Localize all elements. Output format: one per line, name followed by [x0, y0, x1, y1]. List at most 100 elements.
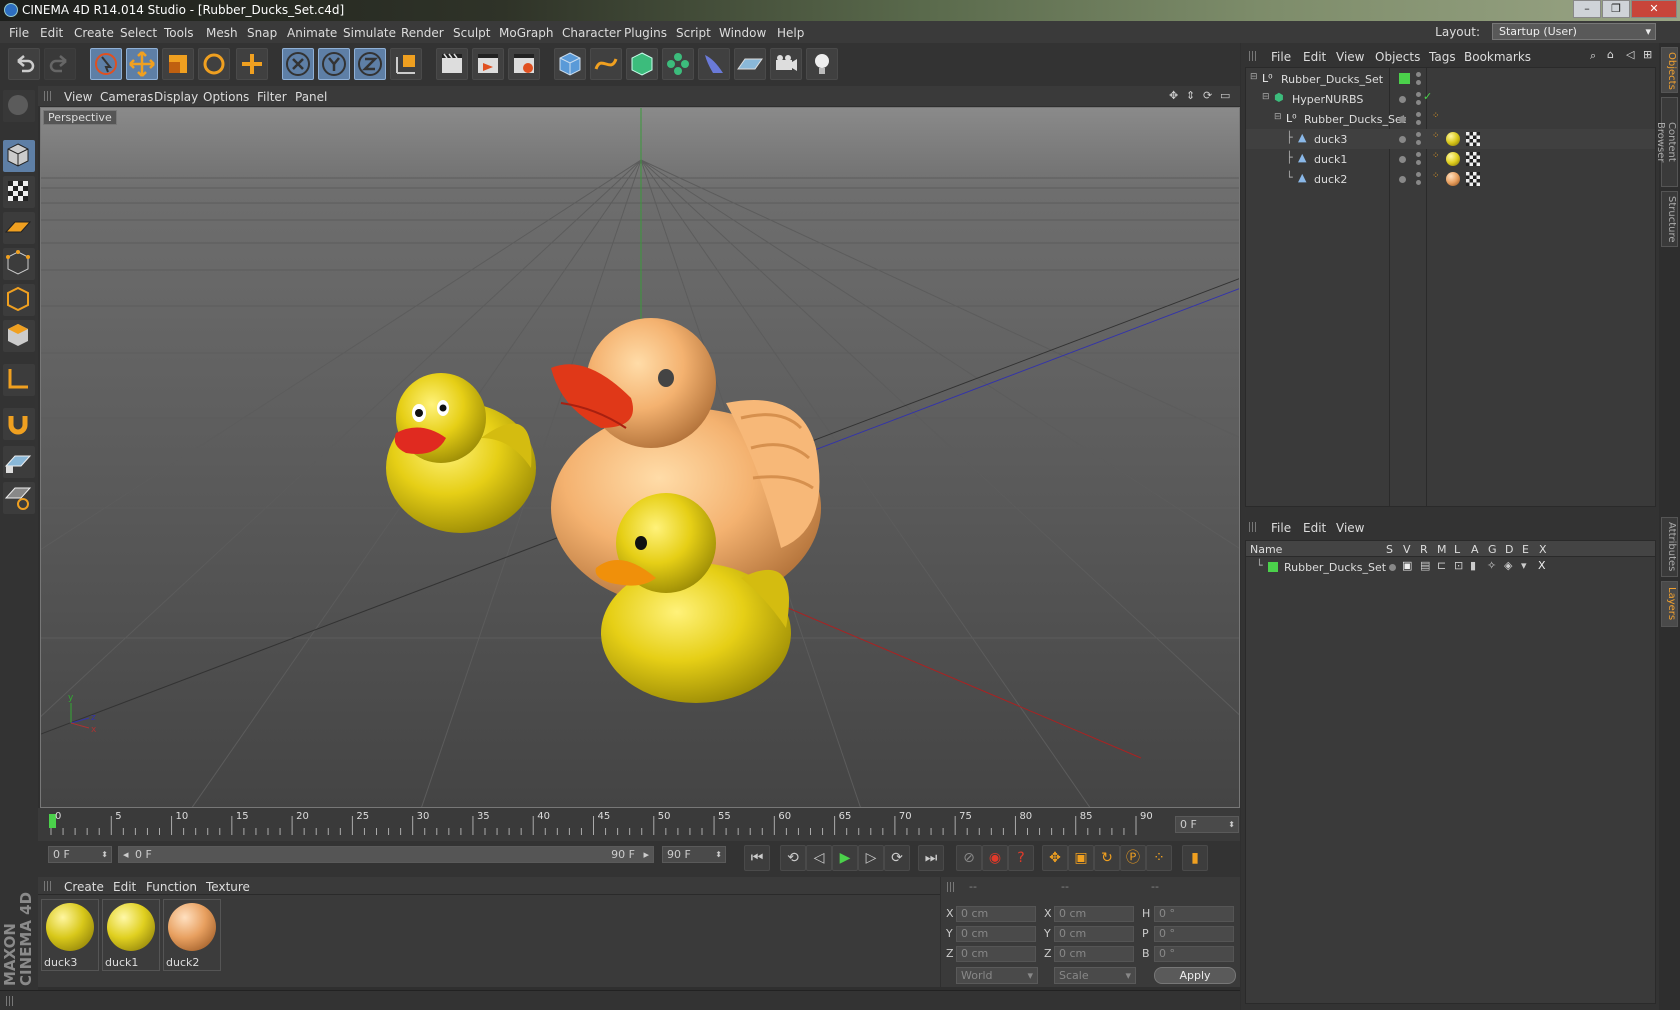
material-tag-icon[interactable] — [1446, 152, 1460, 166]
object-row-duck1[interactable]: ├ ▲ duck1 ⁘ — [1246, 149, 1655, 169]
viewport-rotate-icon[interactable]: ⟳ — [1203, 89, 1212, 102]
coord-mode-dropdown[interactable]: World ▾ — [956, 967, 1038, 984]
workplane-icon[interactable] — [3, 212, 35, 244]
animation-toggle-icon[interactable]: ▮ — [1470, 559, 1476, 572]
viewport-menu-display[interactable]: Display — [154, 90, 198, 104]
material-menu-edit[interactable]: Edit — [113, 880, 136, 894]
menu-window[interactable]: Window — [719, 26, 766, 40]
material-menu-texture[interactable]: Texture — [206, 880, 250, 894]
frame-range-slider[interactable]: ◂ 0 F 90 F ▸ — [118, 846, 654, 863]
menu-select[interactable]: Select — [120, 26, 157, 40]
go-to-end-button[interactable]: ⏭ — [918, 845, 944, 871]
axis-mode-icon[interactable] — [3, 364, 35, 396]
menu-snap[interactable]: Snap — [247, 26, 277, 40]
manager-toggle-icon[interactable]: ⊏ — [1437, 559, 1446, 572]
size-x-field[interactable]: 0 cm — [1054, 906, 1134, 922]
tab-layers[interactable]: Layers — [1661, 581, 1678, 627]
rot-b-field[interactable]: 0 ° — [1154, 946, 1234, 962]
layer-dot[interactable] — [1399, 156, 1406, 163]
menu-help[interactable]: Help — [777, 26, 804, 40]
view-toggle-icon[interactable]: ▣ — [1402, 559, 1412, 572]
points-mode-icon[interactable] — [3, 248, 35, 280]
menu-plugins[interactable]: Plugins — [624, 26, 667, 40]
menu-simulate[interactable]: Simulate — [343, 26, 396, 40]
material-menu-create[interactable]: Create — [64, 880, 104, 894]
object-menu-view[interactable]: View — [1336, 50, 1364, 64]
object-row-duck2[interactable]: └ ▲ duck2 ⁘ — [1246, 169, 1655, 189]
object-menu-bookmarks[interactable]: Bookmarks — [1464, 50, 1531, 64]
phong-tag-icon[interactable]: ⁘ — [1432, 171, 1440, 181]
menu-edit[interactable]: Edit — [40, 26, 63, 40]
add-object-icon[interactable] — [236, 48, 268, 80]
layer-dot[interactable] — [1399, 96, 1406, 103]
object-row-duck3[interactable]: ├ ▲ duck3 ⁘ — [1246, 129, 1655, 149]
edges-mode-icon[interactable] — [3, 284, 35, 316]
col-view[interactable]: V — [1403, 543, 1411, 556]
menu-animate[interactable]: Animate — [287, 26, 337, 40]
menu-render[interactable]: Render — [401, 26, 444, 40]
col-solo[interactable]: S — [1386, 543, 1393, 556]
expressions-toggle-icon[interactable]: ▾ — [1521, 559, 1527, 572]
previous-frame-button[interactable]: ◁ — [806, 845, 832, 871]
xref-toggle-icon[interactable]: X — [1538, 559, 1546, 572]
key-parameter-icon[interactable]: Ⓟ — [1120, 845, 1146, 871]
uvw-tag-icon[interactable] — [1466, 132, 1480, 146]
panel-grip-icon[interactable] — [6, 996, 14, 1006]
collapse-icon[interactable]: ⊟ — [1274, 112, 1282, 122]
scale-icon[interactable] — [162, 48, 194, 80]
col-animation[interactable]: A — [1471, 543, 1479, 556]
keyframe-selection-icon[interactable]: ? — [1008, 845, 1034, 871]
viewport-zoom-icon[interactable]: ⇕ — [1186, 89, 1195, 102]
col-xref[interactable]: X — [1539, 543, 1547, 556]
current-frame-field[interactable]: 0 F ⬍ — [1175, 816, 1239, 833]
panel-grip-icon[interactable] — [947, 882, 955, 892]
world-coords-icon[interactable] — [390, 48, 422, 80]
object-row-rubber-ducks-set[interactable]: ⊟ L⁰ Rubber_Ducks_Set — [1246, 69, 1655, 89]
panel-grip-icon[interactable] — [1249, 522, 1257, 532]
play-button[interactable]: ▶ — [832, 845, 858, 871]
timeline-window-icon[interactable]: ▮ — [1182, 845, 1208, 871]
col-manager[interactable]: M — [1437, 543, 1447, 556]
viewport-move-icon[interactable]: ✥ — [1169, 89, 1178, 102]
timeline-ruler[interactable]: 0 5 10 15 20 25 30 35 40 45 50 55 60 65 70 75 80 85 90 0 F… — [38, 808, 1240, 841]
collapse-icon[interactable]: ⊟ — [1262, 92, 1270, 102]
col-generators[interactable]: G — [1488, 543, 1497, 556]
next-frame-button[interactable]: ▷ — [858, 845, 884, 871]
undo-icon[interactable] — [8, 48, 40, 80]
menu-create[interactable]: Create — [74, 26, 114, 40]
locked-workplane-icon[interactable] — [3, 446, 35, 478]
object-menu-edit[interactable]: Edit — [1303, 50, 1326, 64]
spline-icon[interactable] — [590, 48, 622, 80]
pos-x-field[interactable]: 0 cm — [956, 906, 1036, 922]
col-render[interactable]: R — [1420, 543, 1428, 556]
move-icon[interactable] — [126, 48, 158, 80]
col-deformers[interactable]: D — [1505, 543, 1513, 556]
render-view-icon[interactable] — [436, 48, 468, 80]
live-select-icon[interactable] — [90, 48, 122, 80]
rot-p-field[interactable]: 0 ° — [1154, 926, 1234, 942]
coord-transform-dropdown[interactable]: Scale ▾ — [1054, 967, 1136, 984]
tab-structure[interactable]: Structure — [1661, 191, 1678, 247]
viewport-menu-panel[interactable]: Panel — [295, 90, 327, 104]
key-scale-icon[interactable]: ▣ — [1068, 845, 1094, 871]
layer-dot[interactable] — [1399, 116, 1406, 123]
search-icon[interactable]: ⌕ — [1590, 49, 1596, 63]
tab-content-browser[interactable]: Content Browser — [1655, 97, 1678, 187]
viewport-menu-filter[interactable]: Filter — [257, 90, 287, 104]
phong-tag-icon[interactable]: ⁘ — [1432, 151, 1440, 161]
snap-magnet-icon[interactable] — [3, 408, 35, 440]
menu-mograph[interactable]: MoGraph — [499, 26, 554, 40]
key-position-icon[interactable]: ✥ — [1042, 845, 1068, 871]
array-icon[interactable] — [662, 48, 694, 80]
phong-tag-icon[interactable]: ⁘ — [1432, 111, 1440, 121]
uvw-tag-icon[interactable] — [1466, 172, 1480, 186]
render-toggle-icon[interactable]: ▤ — [1420, 559, 1430, 572]
layer-menu-file[interactable]: File — [1271, 521, 1291, 535]
range-right-arrow-icon[interactable]: ▸ — [643, 847, 649, 862]
menu-tools[interactable]: Tools — [164, 26, 194, 40]
menu-character[interactable]: Character — [562, 26, 621, 40]
viewport-menu-options[interactable]: Options — [203, 90, 249, 104]
col-expressions[interactable]: E — [1522, 543, 1529, 556]
home-icon[interactable]: ⌂ — [1607, 48, 1614, 61]
material-tag-icon[interactable] — [1446, 132, 1460, 146]
